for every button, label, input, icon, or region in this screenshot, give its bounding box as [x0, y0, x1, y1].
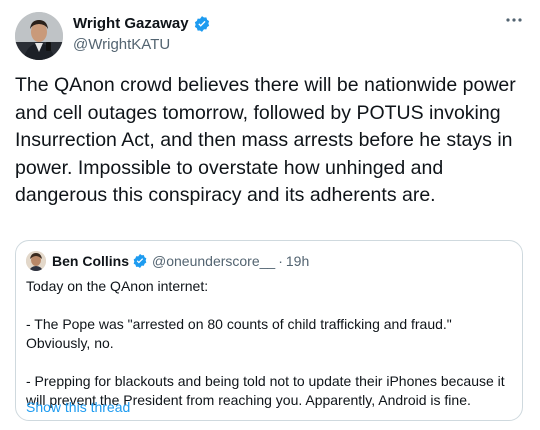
tweet-text: The QAnon crowd believes there will be n…	[15, 74, 516, 207]
verified-badge-icon	[193, 15, 211, 33]
more-options-button[interactable]	[502, 12, 526, 32]
quoted-author-avatar	[26, 251, 46, 271]
more-horizontal-icon	[506, 18, 522, 22]
quoted-tweet-header: Ben Collins @oneunderscore__ · 19h	[26, 251, 309, 271]
quoted-author-name: Ben Collins	[52, 253, 130, 269]
quoted-tweet-time: 19h	[285, 253, 310, 269]
quoted-line: - The Pope was "arrested on 80 counts of…	[26, 316, 452, 351]
quoted-tweet[interactable]: Ben Collins @oneunderscore__ · 19h Today…	[15, 240, 523, 421]
author-handle[interactable]: @WrightKATU	[73, 35, 170, 55]
quoted-line: Today on the QAnon internet:	[26, 278, 209, 294]
quoted-tweet-text: Today on the QAnon internet: - The Pope …	[26, 277, 512, 410]
tweet-card: Wright Gazaway @WrightKATU The QAnon cro…	[0, 0, 540, 430]
separator-dot: ·	[278, 253, 283, 269]
author-avatar[interactable]	[15, 12, 63, 60]
author-name-text[interactable]: Wright Gazaway	[73, 14, 189, 34]
verified-badge-icon	[132, 253, 148, 269]
show-thread-link[interactable]: Show this thread	[26, 398, 130, 416]
author-name[interactable]: Wright Gazaway	[73, 14, 211, 34]
quoted-author-handle: @oneunderscore__	[152, 253, 276, 269]
